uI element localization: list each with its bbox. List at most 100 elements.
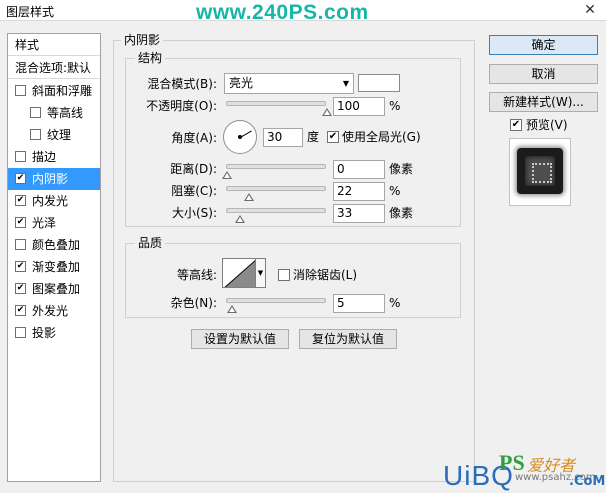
style-item[interactable]: 斜面和浮雕 (8, 80, 100, 102)
style-item-checkbox[interactable] (30, 107, 41, 118)
style-item[interactable]: 等高线 (8, 102, 100, 124)
blend-color-swatch[interactable] (358, 74, 400, 92)
opacity-unit: % (389, 99, 401, 113)
distance-label: 距离(D): (170, 162, 217, 176)
style-item-checkbox[interactable] (15, 151, 26, 162)
style-item-checkbox[interactable] (15, 85, 26, 96)
choke-slider-thumb[interactable] (244, 193, 254, 201)
angle-dial[interactable] (223, 120, 257, 154)
style-item-checkbox[interactable]: ✔ (15, 195, 26, 206)
antialias-checkbox[interactable] (278, 269, 290, 281)
style-list-header[interactable]: 样式 (8, 34, 100, 56)
size-slider-thumb[interactable] (235, 215, 245, 223)
blend-mode-value: 亮光 (229, 76, 254, 90)
distance-slider-thumb[interactable] (222, 171, 232, 179)
cancel-button[interactable]: 取消 (489, 64, 598, 84)
style-item[interactable]: 描边 (8, 146, 100, 168)
style-list: 样式 混合选项:默认 斜面和浮雕等高线纹理描边 ✔ 内阴影 ✔ 内发光 ✔ 光泽颜色叠加 ✔ 渐… (7, 33, 101, 482)
preview-checkbox[interactable]: ✔ (510, 119, 522, 131)
ok-button[interactable]: 确定 (489, 35, 598, 55)
antialias-label: 消除锯齿(L) (293, 268, 358, 282)
style-item-label: 等高线 (47, 106, 84, 120)
contour-dropdown[interactable]: ▼ (256, 258, 266, 288)
site-logo-watermark: UiBQ PS 爱好者 www.psahz.com .CoM (443, 450, 606, 493)
choke-input[interactable]: 22 (333, 182, 385, 201)
global-light-checkbox[interactable]: ✔ (327, 131, 339, 143)
angle-label: 角度(A): (171, 131, 217, 145)
choke-slider[interactable] (226, 186, 326, 201)
noise-unit: % (389, 296, 401, 310)
preview-label: 预览(V) (526, 118, 568, 132)
style-item[interactable]: ✔ 内发光 (8, 190, 100, 212)
noise-slider[interactable] (226, 298, 326, 313)
choke-unit: % (389, 184, 401, 198)
style-item-checkbox[interactable] (30, 129, 41, 140)
new-style-button[interactable]: 新建样式(W)... (489, 92, 598, 112)
angle-dial-center (238, 135, 242, 139)
style-preview-thumbnail (517, 148, 563, 194)
style-item[interactable]: ✔ 图案叠加 (8, 278, 100, 300)
opacity-input[interactable]: 100 (333, 97, 385, 116)
style-item-checkbox[interactable]: ✔ (15, 261, 26, 272)
size-input[interactable]: 33 (333, 204, 385, 223)
style-item[interactable]: ✔ 外发光 (8, 300, 100, 322)
watermark-text: www.240PS.com (196, 1, 369, 24)
title-bar: 图层样式 www.240PS.com ✕ (0, 0, 606, 24)
style-preview (509, 138, 571, 206)
style-item-label: 渐变叠加 (32, 260, 81, 274)
style-item[interactable]: 纹理 (8, 124, 100, 146)
chevron-down-icon: ▼ (342, 79, 349, 88)
size-label: 大小(S): (171, 206, 217, 220)
opacity-slider-thumb[interactable] (322, 108, 332, 116)
distance-slider[interactable] (222, 164, 326, 179)
opacity-label: 不透明度(O): (146, 99, 217, 113)
style-item-checkbox[interactable]: ✔ (15, 283, 26, 294)
blend-mode-select[interactable]: 亮光 ▼ (224, 73, 354, 94)
blend-options-item[interactable]: 混合选项:默认 (8, 57, 100, 79)
blend-mode-label: 混合模式(B): (147, 77, 217, 91)
opacity-slider[interactable] (226, 101, 332, 116)
angle-unit: 度 (307, 130, 320, 144)
quality-title: 品质 (135, 236, 166, 250)
style-item[interactable]: 颜色叠加 (8, 234, 100, 256)
style-item-label: 投影 (32, 326, 57, 340)
style-item-checkbox[interactable]: ✔ (15, 305, 26, 316)
style-item-label: 颜色叠加 (32, 238, 81, 252)
size-slider[interactable] (226, 208, 326, 223)
style-item-checkbox[interactable] (15, 239, 26, 250)
contour-curve-icon (224, 260, 255, 287)
style-item-checkbox[interactable]: ✔ (15, 173, 26, 184)
contour-preview[interactable] (222, 258, 256, 288)
distance-input[interactable]: 0 (333, 160, 385, 179)
noise-input[interactable]: 5 (333, 294, 385, 313)
style-item-label: 内发光 (32, 194, 69, 208)
distance-unit: 像素 (389, 162, 414, 176)
noise-label: 杂色(N): (170, 296, 217, 310)
angle-input[interactable]: 30 (263, 128, 303, 147)
style-item-checkbox[interactable]: ✔ (15, 217, 26, 228)
inner-shadow-panel: 内阴影 结构 混合模式(B): 亮光 ▼ 不透明度(O): 100 % 角度(A… (111, 33, 475, 482)
style-item-label: 图案叠加 (32, 282, 81, 296)
style-item-label: 光泽 (32, 216, 57, 230)
style-item-label: 外发光 (32, 304, 69, 318)
style-item[interactable]: ✔ 渐变叠加 (8, 256, 100, 278)
contour-label: 等高线: (176, 268, 217, 282)
set-default-button[interactable]: 设置为默认值 (191, 329, 289, 349)
style-item-label: 纹理 (47, 128, 72, 142)
logo-com-text: .CoM (569, 474, 606, 489)
reset-default-button[interactable]: 复位为默认值 (299, 329, 397, 349)
structure-title: 结构 (135, 51, 166, 65)
global-light-label: 使用全局光(G) (342, 130, 421, 144)
panel-title: 内阴影 (121, 33, 164, 47)
style-item-label: 斜面和浮雕 (32, 84, 93, 98)
style-item-label: 描边 (32, 150, 57, 164)
style-item-checkbox[interactable] (15, 327, 26, 338)
style-item[interactable]: ✔ 光泽 (8, 212, 100, 234)
size-unit: 像素 (389, 206, 414, 220)
noise-slider-thumb[interactable] (227, 305, 237, 313)
style-item[interactable]: 投影 (8, 322, 100, 344)
style-item-label: 内阴影 (32, 172, 69, 186)
close-icon[interactable]: ✕ (578, 2, 602, 18)
style-item[interactable]: ✔ 内阴影 (8, 168, 100, 190)
choke-label: 阻塞(C): (171, 184, 217, 198)
